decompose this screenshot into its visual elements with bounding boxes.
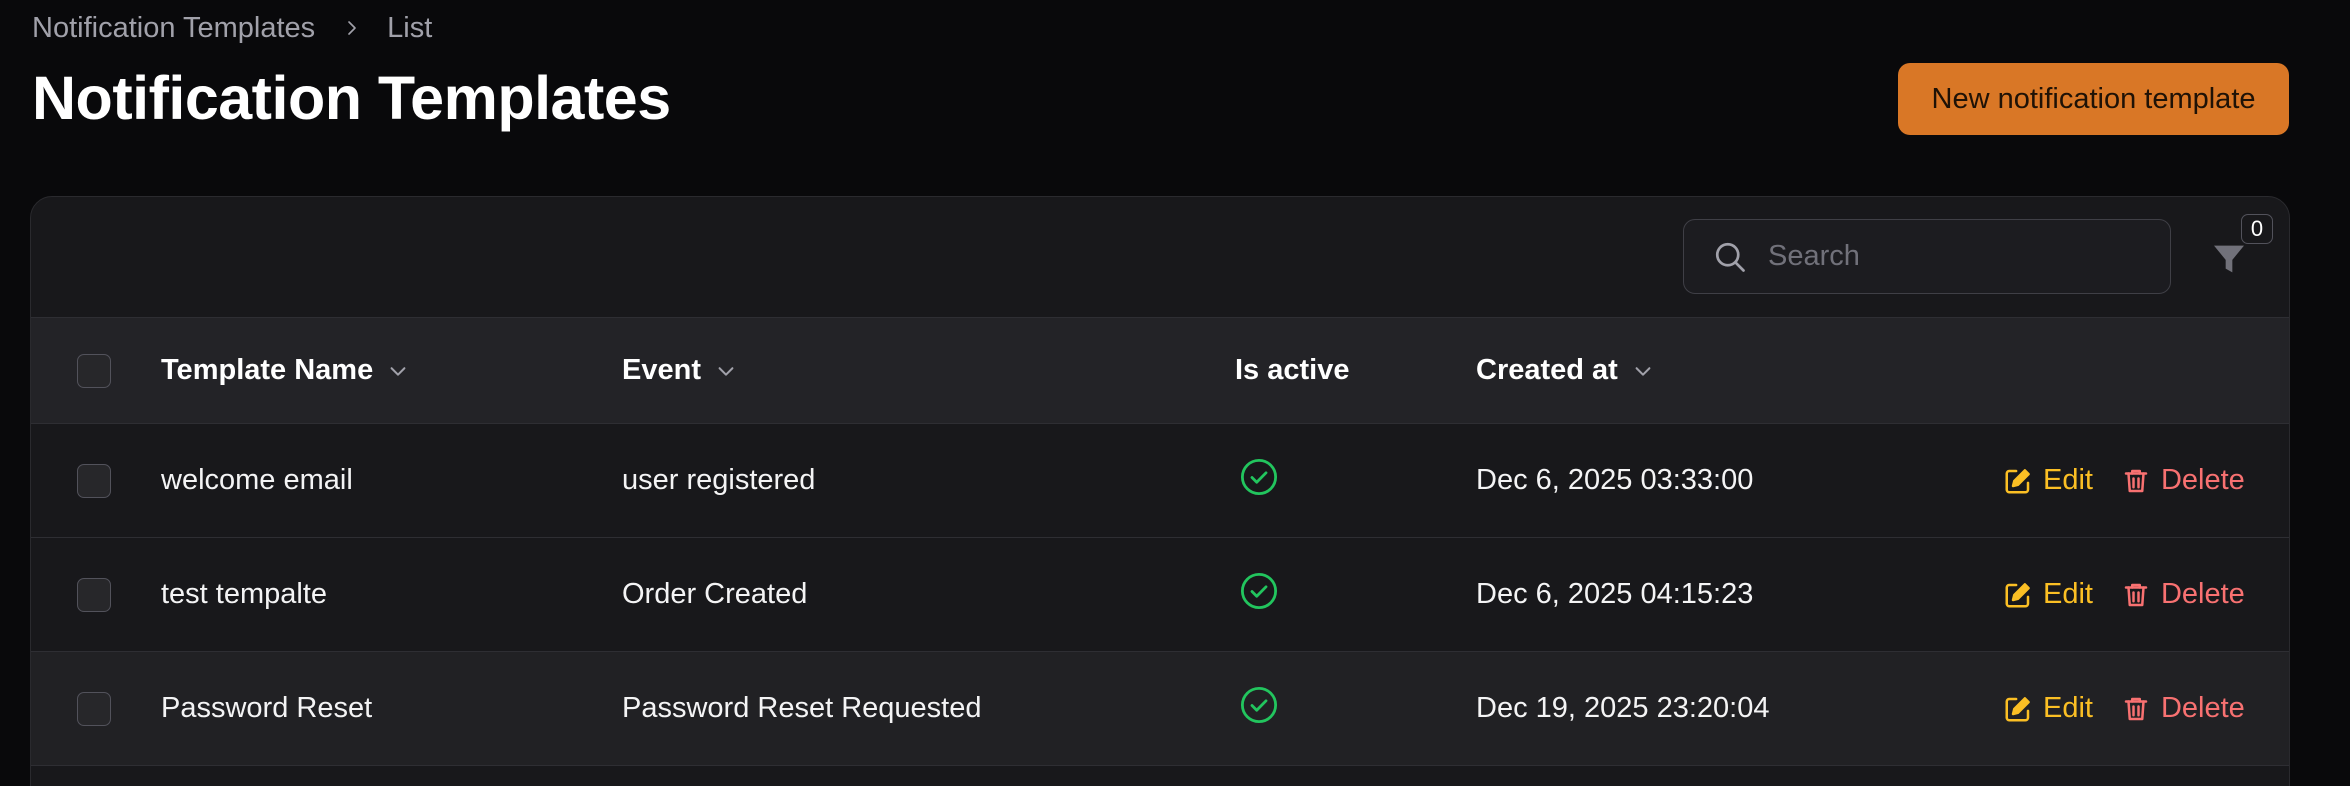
table-header: Template Name Event Is active Created at (31, 318, 2289, 424)
cell-created-at: Dec 6, 2025 03:33:00 (1476, 464, 1754, 496)
edit-label: Edit (2043, 578, 2093, 610)
row-actions: Edit Delete (2003, 538, 2245, 651)
breadcrumb-item-notification-templates[interactable]: Notification Templates (32, 12, 315, 45)
cell-event: user registered (622, 464, 816, 496)
search-box[interactable] (1683, 219, 2171, 294)
cell-created-at: Dec 6, 2025 04:15:23 (1476, 578, 1754, 610)
cell-template-name: test tempalte (161, 578, 328, 610)
table-toolbar: 0 (31, 197, 2289, 318)
column-header-template-name[interactable]: Template Name (161, 318, 409, 423)
page: Notification Templates List Notification… (0, 0, 2350, 786)
chevron-down-icon (1632, 360, 1654, 382)
cell-is-active (1238, 538, 1280, 651)
edit-label: Edit (2043, 464, 2093, 496)
breadcrumb: Notification Templates List (32, 10, 432, 46)
delete-button[interactable]: Delete (2121, 578, 2245, 611)
trash-icon (2121, 466, 2161, 496)
column-header-event[interactable]: Event (622, 318, 737, 423)
cell-template-name: Password Reset (161, 692, 373, 724)
row-checkbox[interactable] (77, 577, 111, 612)
column-header-label: Created at (1476, 354, 1618, 386)
row-select-cell (77, 538, 111, 651)
trash-icon (2121, 694, 2161, 724)
edit-button[interactable]: Edit (2003, 464, 2093, 497)
column-header-label: Is active (1235, 354, 1350, 386)
trash-icon (2121, 580, 2161, 610)
row-select-cell (77, 424, 111, 537)
column-header-created-at[interactable]: Created at (1476, 318, 1654, 423)
table-row: Password Reset Password Reset Requested … (31, 652, 2289, 766)
cell-event: Order Created (622, 578, 808, 610)
header-select-cell (77, 318, 111, 423)
row-checkbox[interactable] (77, 463, 111, 498)
pencil-square-icon (2003, 466, 2043, 496)
cell-event: Password Reset Requested (622, 692, 982, 724)
filter-icon (2209, 239, 2249, 284)
column-header-label: Template Name (161, 354, 374, 386)
breadcrumb-item-list: List (387, 11, 433, 44)
delete-button[interactable]: Delete (2121, 692, 2245, 725)
cell-is-active (1238, 424, 1280, 537)
check-circle-icon (1238, 456, 1280, 506)
check-circle-icon (1238, 684, 1280, 734)
pencil-square-icon (2003, 694, 2043, 724)
table-row: welcome email user registered Dec 6, 202… (31, 424, 2289, 538)
row-actions: Edit Delete (2003, 424, 2245, 537)
delete-label: Delete (2160, 578, 2245, 610)
filter-count-badge: 0 (2241, 214, 2273, 244)
pencil-square-icon (2003, 580, 2043, 610)
check-circle-icon (1238, 570, 1280, 620)
page-title: Notification Templates (32, 64, 671, 132)
chevron-down-icon (715, 360, 737, 382)
delete-label: Delete (2160, 692, 2245, 724)
cell-created-at: Dec 19, 2025 23:20:04 (1476, 692, 1770, 724)
search-icon (1712, 239, 1748, 275)
delete-button[interactable]: Delete (2121, 464, 2245, 497)
edit-label: Edit (2043, 692, 2093, 724)
edit-button[interactable]: Edit (2003, 578, 2093, 611)
row-select-cell (77, 652, 111, 765)
table-row: test tempalte Order Created Dec 6, 2025 … (31, 538, 2289, 652)
column-header-is-active: Is active (1235, 318, 1349, 423)
select-all-checkbox[interactable] (77, 353, 111, 388)
chevron-down-icon (387, 360, 409, 382)
cell-is-active (1238, 652, 1280, 765)
table-card: 0 Template Name Event Is active (30, 196, 2290, 786)
cell-template-name: welcome email (161, 464, 353, 496)
search-input[interactable] (1766, 239, 2146, 274)
row-checkbox[interactable] (77, 691, 111, 726)
edit-button[interactable]: Edit (2003, 692, 2093, 725)
chevron-right-icon (343, 19, 361, 37)
row-actions: Edit Delete (2003, 652, 2245, 765)
delete-label: Delete (2160, 464, 2245, 496)
column-header-label: Event (622, 354, 701, 386)
new-notification-template-button[interactable]: New notification template (1898, 63, 2289, 135)
